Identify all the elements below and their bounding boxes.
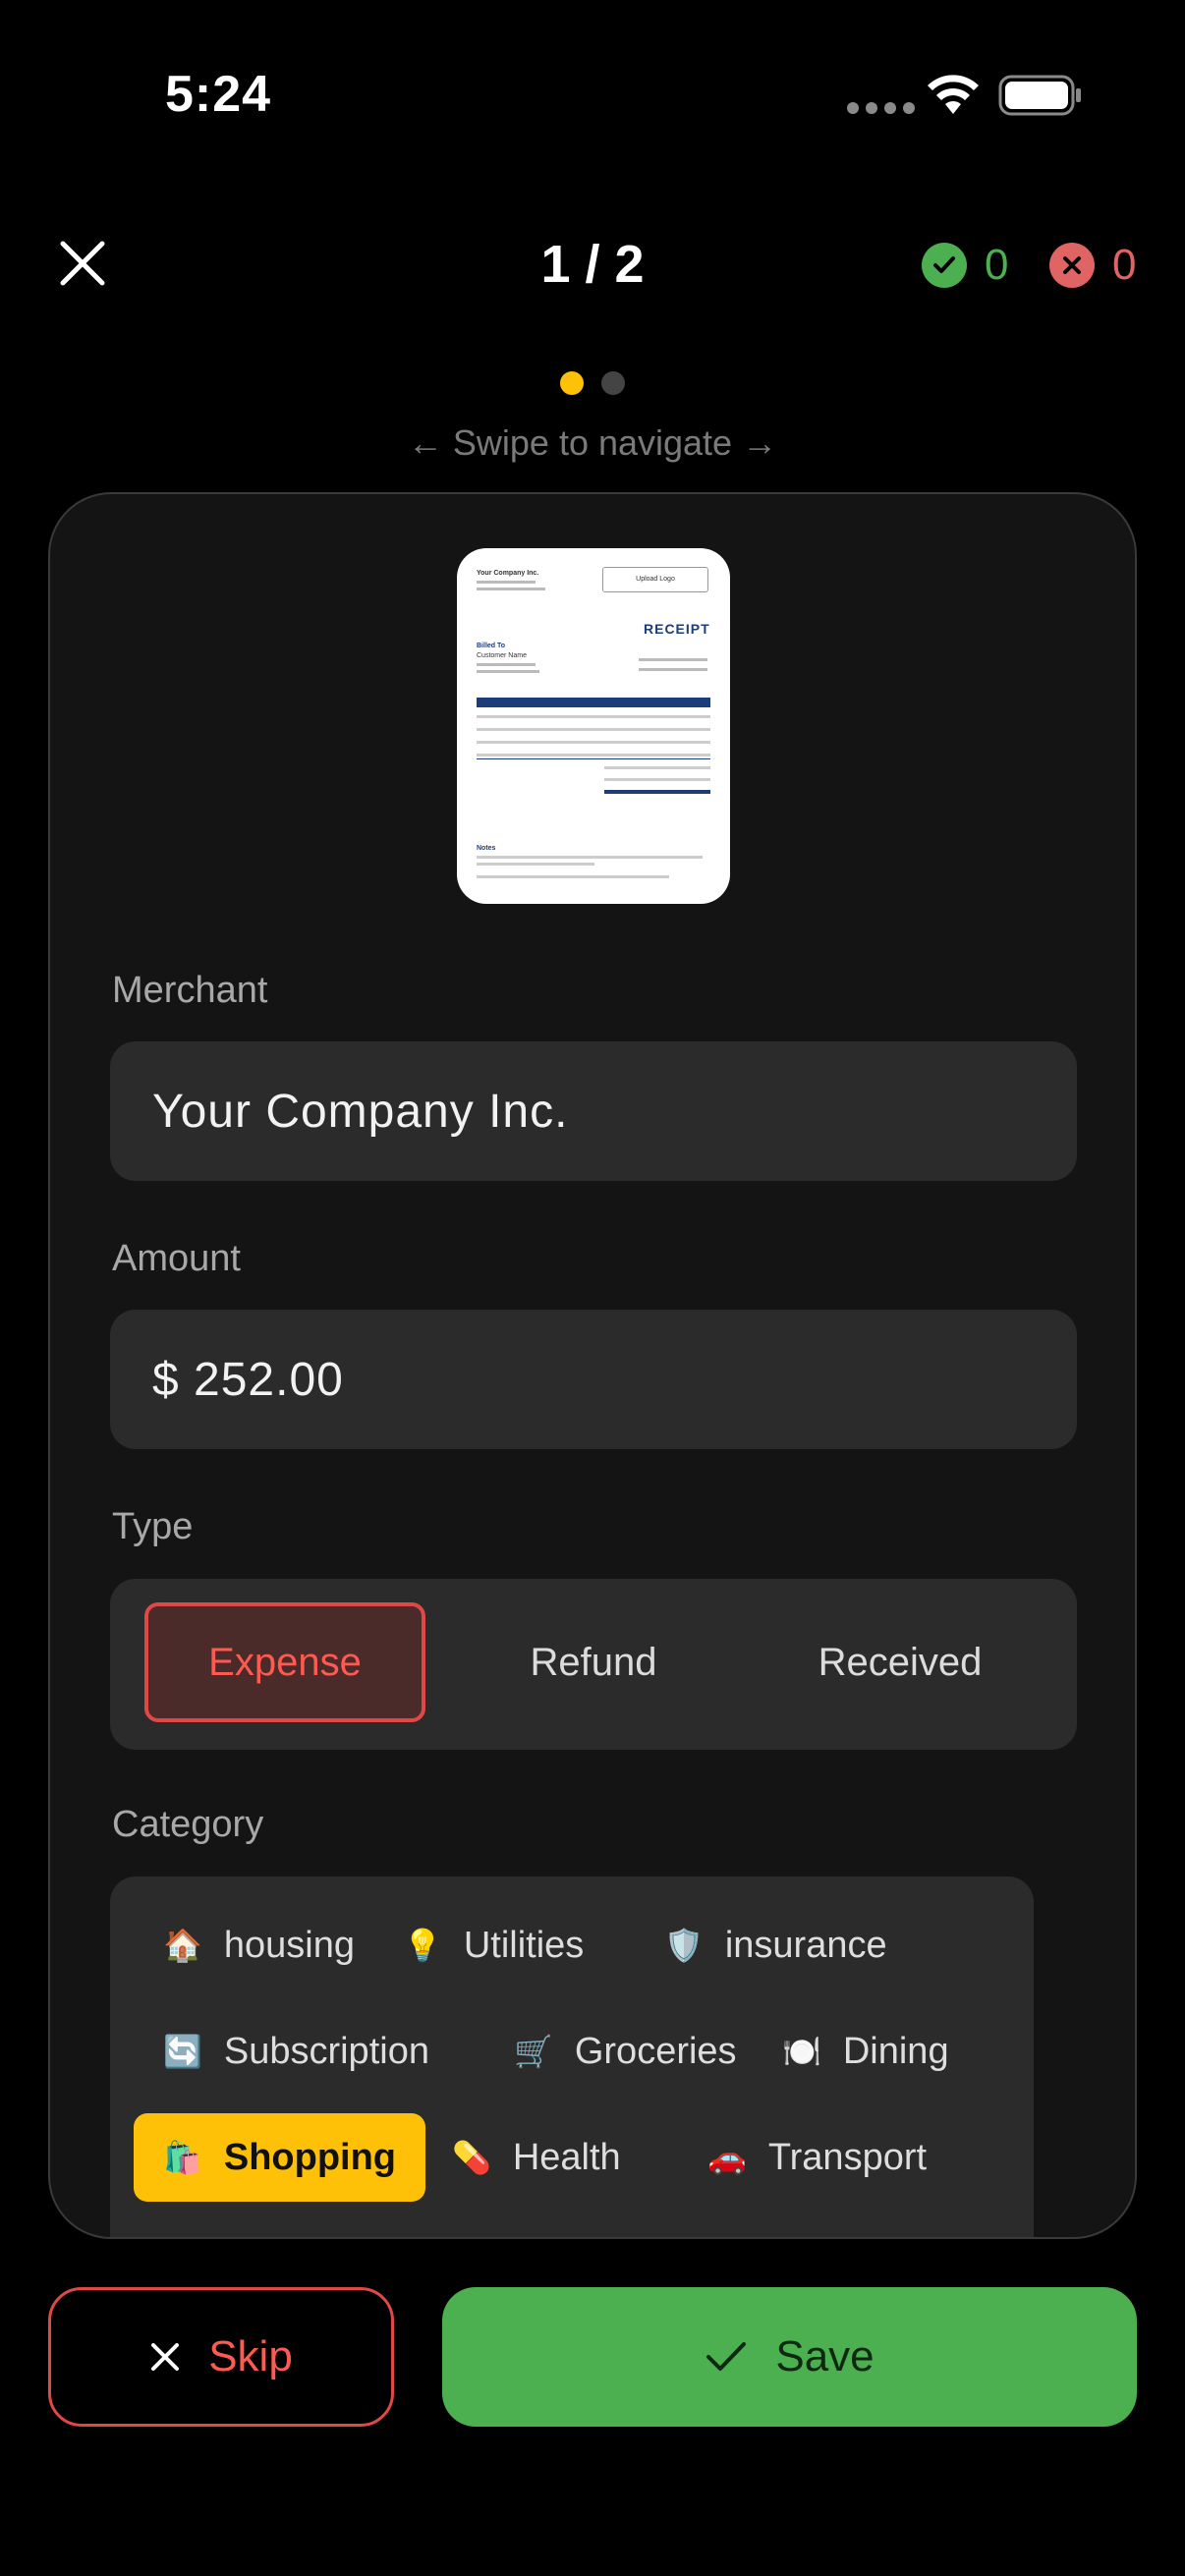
thumb-billed-to: Billed To <box>477 643 506 649</box>
category-groceries[interactable]: 🛒 Groceries <box>484 2007 766 2096</box>
thumb-line <box>477 581 536 584</box>
shield-icon: 🛡️ <box>664 1927 704 1964</box>
merchant-input[interactable]: Your Company Inc. <box>110 1041 1077 1181</box>
category-label-text: insurance <box>724 1924 887 1966</box>
thumb-customer: Customer Name <box>477 652 527 659</box>
save-button[interactable]: Save <box>442 2287 1137 2427</box>
thumb-row <box>604 766 710 769</box>
category-label-text: Groceries <box>574 2030 737 2072</box>
refresh-icon: 🔄 <box>163 2033 202 2070</box>
category-shopping[interactable]: 🛍️ Shopping <box>134 2113 426 2202</box>
skip-label: Skip <box>208 2332 293 2380</box>
thumb-notes: Notes <box>477 845 496 852</box>
category-grid: 🏠 housing 💡 Utilities 🛡️ insurance 🔄 Subscri… <box>110 1876 1034 2237</box>
car-icon: 🚗 <box>707 2139 747 2176</box>
swipe-hint: ← Swipe to navigate → <box>407 422 778 463</box>
thumb-line <box>477 875 669 878</box>
battery-icon <box>998 75 1081 116</box>
x-circle-icon <box>1049 243 1095 288</box>
rejected-count: 0 <box>1112 241 1137 289</box>
thumb-divider <box>477 758 710 759</box>
thumb-total <box>604 790 710 794</box>
status-time: 5:24 <box>165 66 272 123</box>
merchant-label: Merchant <box>112 970 268 1011</box>
category-label-text: housing <box>223 1924 355 1966</box>
pill-icon: 💊 <box>452 2139 491 2176</box>
thumb-row <box>477 728 710 731</box>
thumb-line <box>477 663 536 666</box>
approved-count: 0 <box>985 241 1009 289</box>
receipt-thumbnail[interactable]: Your Company Inc. Upload Logo RECEIPT Bi… <box>457 548 730 904</box>
category-label-text: Dining <box>842 2030 949 2072</box>
category-label-text: Transport <box>767 2136 928 2178</box>
cart-icon: 🛒 <box>514 2033 553 2070</box>
approved-counter: 0 <box>922 241 1008 290</box>
thumb-row <box>604 778 710 781</box>
category-label-text: Subscription <box>223 2030 429 2072</box>
thumb-upload-logo: Upload Logo <box>602 567 708 592</box>
rejected-counter: 0 <box>1049 241 1136 290</box>
category-label-text: Utilities <box>463 1924 585 1966</box>
type-received[interactable]: Received <box>760 1602 1041 1722</box>
page-dots[interactable] <box>0 371 1185 395</box>
merchant-value: Your Company Inc. <box>152 1086 569 1138</box>
thumb-table-header <box>477 698 710 707</box>
receipt-card: Your Company Inc. Upload Logo RECEIPT Bi… <box>48 492 1137 2239</box>
category-dining[interactable]: 🍽️ Dining <box>753 2007 979 2096</box>
skip-button[interactable]: Skip <box>48 2287 394 2427</box>
thumb-line <box>477 670 539 673</box>
wifi-icon <box>928 75 979 114</box>
cellular-signal-icon <box>847 102 915 114</box>
amount-label: Amount <box>112 1238 241 1279</box>
house-icon: 🏠 <box>163 1927 202 1964</box>
type-label: Type <box>112 1506 194 1547</box>
category-label-text: Shopping <box>223 2136 397 2178</box>
type-selector: Expense Refund Received <box>110 1579 1077 1750</box>
thumb-line <box>477 588 545 590</box>
category-transport[interactable]: 🚗 Transport <box>678 2113 956 2202</box>
amount-value: $ 252.00 <box>152 1354 344 1406</box>
save-label: Save <box>775 2332 875 2380</box>
lightbulb-icon: 💡 <box>403 1927 442 1964</box>
thumb-line <box>639 668 707 671</box>
thumb-line <box>477 863 594 866</box>
thumb-heading: RECEIPT <box>644 621 710 637</box>
type-expense[interactable]: Expense <box>144 1602 425 1722</box>
x-icon <box>151 2343 180 2371</box>
thumb-line <box>477 856 703 859</box>
type-refund[interactable]: Refund <box>453 1602 734 1722</box>
category-label: Category <box>112 1804 264 1845</box>
shopping-bag-icon: 🛍️ <box>163 2139 202 2176</box>
category-health[interactable]: 💊 Health <box>423 2113 650 2202</box>
category-insurance[interactable]: 🛡️ insurance <box>635 1901 917 1989</box>
thumb-row <box>477 741 710 744</box>
amount-input[interactable]: $ 252.00 <box>110 1310 1077 1449</box>
check-circle-icon <box>922 243 967 288</box>
thumb-row <box>477 715 710 718</box>
category-label-text: Health <box>512 2136 621 2178</box>
category-housing[interactable]: 🏠 housing <box>134 1901 384 1989</box>
plate-icon: 🍽️ <box>782 2033 821 2070</box>
page-dot[interactable] <box>601 371 625 395</box>
category-subscription[interactable]: 🔄 Subscription <box>134 2007 459 2096</box>
thumb-company: Your Company Inc. <box>477 570 539 577</box>
page-dot-active[interactable] <box>560 371 584 395</box>
thumb-row <box>477 754 710 756</box>
check-icon <box>706 2342 747 2371</box>
category-utilities[interactable]: 💡 Utilities <box>373 1901 613 1989</box>
thumb-line <box>639 658 707 661</box>
